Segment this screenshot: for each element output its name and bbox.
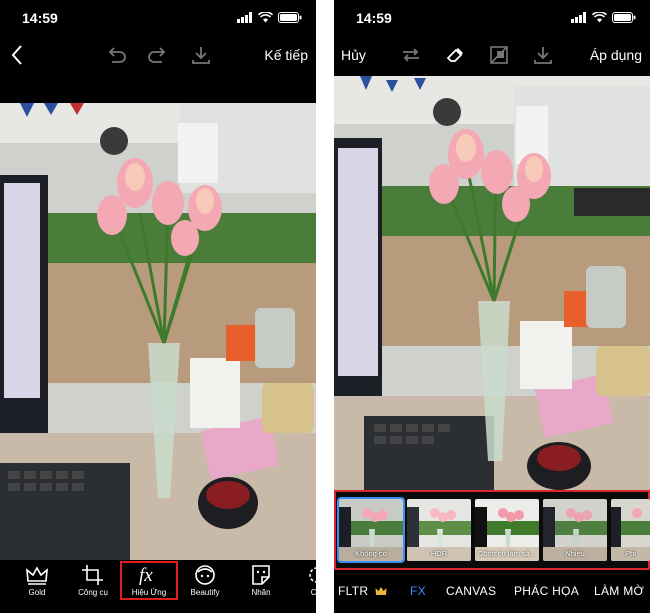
tool-gold[interactable]: Gold (11, 564, 63, 597)
status-time: 14:59 (356, 10, 392, 26)
effect-label: Nhiều (565, 549, 585, 558)
signal-icon (237, 12, 252, 23)
undo-icon[interactable] (105, 44, 127, 66)
fx-icon: fx (139, 565, 153, 586)
status-bar: 14:59 (0, 0, 316, 36)
tool-beautify[interactable]: Beautify (179, 564, 231, 597)
tab-fltr[interactable]: FLTR (338, 584, 368, 598)
tool-label: Cắt (310, 588, 316, 597)
top-toolbar: Hủy Áp dụng (334, 36, 650, 76)
top-toolbar: Kế tiếp (0, 36, 316, 76)
status-time: 14:59 (22, 10, 58, 26)
effect-label: HDR (430, 549, 448, 558)
photo-canvas[interactable] (334, 76, 650, 490)
svg-text:fx: fx (139, 565, 153, 586)
download-icon[interactable] (532, 44, 554, 66)
tool-cong-cu[interactable]: Công cụ (67, 564, 119, 597)
wifi-icon (258, 12, 273, 23)
tool-label: Hiệu Ứng (131, 588, 167, 597)
crop-icon (82, 565, 103, 585)
compare-icon[interactable] (488, 44, 510, 66)
tool-label: Công cụ (78, 588, 108, 597)
category-tabs: FLTR FX CANVAS PHÁC HỌA LÀM MỜ (334, 576, 650, 606)
effect-thumb[interactable]: Phi (611, 499, 650, 561)
sticker-icon (252, 565, 270, 585)
tool-label: Beautify (190, 588, 220, 597)
face-icon (195, 565, 215, 585)
bottom-tool-bar: Gold Công cụ fx Hiệu Ứng Beautify Nhãn C… (0, 560, 316, 613)
tool-label: Nhãn (251, 588, 271, 597)
download-icon[interactable] (190, 44, 212, 66)
effect-label: Phi (625, 549, 636, 558)
effect-thumb[interactable]: Công cụ làm sắ... (475, 499, 539, 561)
photo-image (334, 76, 650, 490)
tool-label: Gold (28, 588, 46, 597)
photo-canvas[interactable] (0, 103, 316, 560)
crown-icon (375, 587, 387, 595)
tab-lam-mo[interactable]: LÀM MỜ (594, 584, 644, 598)
tool-hieu-ung[interactable]: fx Hiệu Ứng (120, 561, 178, 600)
status-icons (237, 12, 302, 23)
apply-button[interactable]: Áp dụng (590, 47, 642, 63)
cutout-icon (309, 567, 316, 583)
eraser-icon[interactable] (444, 44, 466, 66)
shuffle-icon[interactable] (400, 44, 422, 66)
cancel-button[interactable]: Hủy (341, 47, 366, 63)
status-bar: 14:59 (334, 0, 650, 36)
effect-label: Công cụ làm sắ... (477, 549, 537, 558)
effect-thumb[interactable]: Nhiều (543, 499, 607, 561)
effects-strip: Không có HDR Công cụ làm sắ... Nhiều Phi (334, 490, 650, 570)
effect-thumb[interactable]: Không có (337, 497, 405, 563)
tool-cat[interactable]: Cắt (291, 564, 316, 597)
effect-label: Không có (355, 549, 387, 558)
next-button[interactable]: Kế tiếp (264, 47, 308, 63)
back-icon[interactable] (10, 44, 24, 66)
tab-fx[interactable]: FX (410, 584, 426, 598)
effect-thumb[interactable]: HDR (407, 499, 471, 561)
editor-screen: 14:59 Kế tiếp Gold Công cụ fx Hiệu Ứng B… (0, 0, 316, 613)
crown-icon (26, 566, 48, 585)
redo-icon[interactable] (147, 44, 169, 66)
wifi-icon (592, 12, 607, 23)
battery-icon (612, 12, 636, 23)
signal-icon (571, 12, 586, 23)
tab-canvas[interactable]: CANVAS (446, 584, 496, 598)
photo-image (0, 103, 316, 560)
tool-nhan[interactable]: Nhãn (235, 564, 287, 597)
battery-icon (278, 12, 302, 23)
effects-screen: 14:59 Hủy Áp dụng Không có HDR Công cụ l… (334, 0, 650, 613)
tab-phac-hoa[interactable]: PHÁC HỌA (514, 584, 579, 598)
status-icons (571, 12, 636, 23)
